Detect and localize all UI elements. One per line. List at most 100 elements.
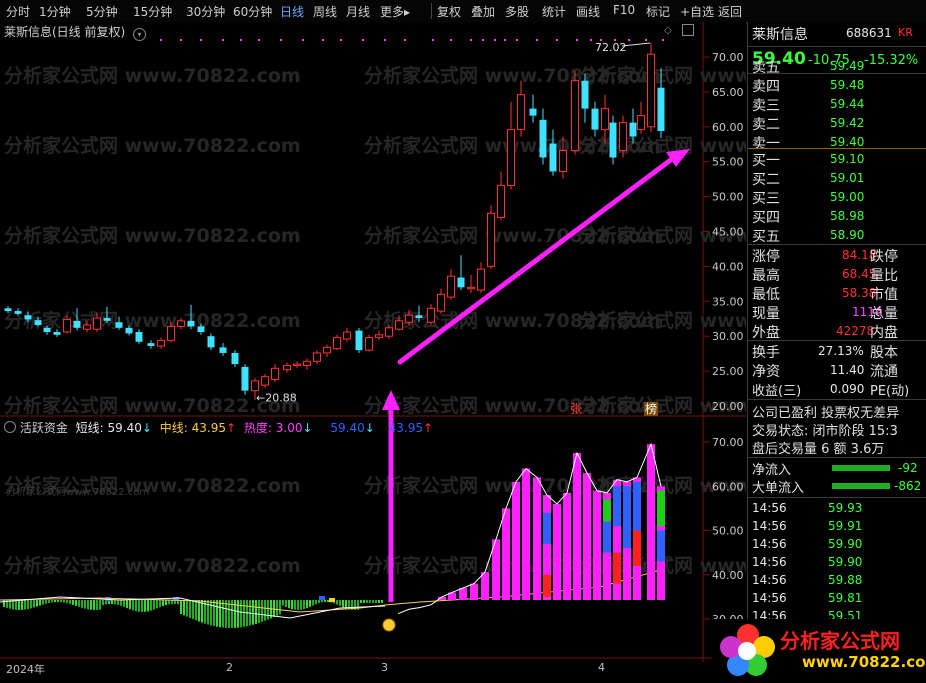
- bid-4-price[interactable]: 58.98: [830, 209, 864, 223]
- bear-fund-bar: [90, 600, 92, 610]
- bear-fund-bar: [303, 600, 305, 610]
- sub-y-axis-label: 60.00: [712, 480, 744, 493]
- bear-fund-bar: [150, 600, 152, 611]
- bid-1-price[interactable]: 59.10: [830, 152, 864, 166]
- ask-4-price[interactable]: 59.48: [830, 78, 864, 92]
- candle-body: [157, 339, 165, 347]
- watermark-text: 分析家公式网 www.70822.com: [4, 134, 301, 157]
- mark-button[interactable]: 标记: [646, 3, 670, 20]
- overlay-button[interactable]: 叠加: [471, 3, 495, 20]
- candle-body: [147, 343, 155, 346]
- signal-dot: [302, 39, 304, 41]
- pane-collapse-icon[interactable]: ◇: [664, 25, 672, 36]
- bid-4-label: 买四: [752, 210, 780, 226]
- ask-1-price[interactable]: 59.40: [830, 135, 864, 149]
- period-5min-tab[interactable]: 5分钟: [86, 3, 118, 20]
- ask-5-label: 卖五: [752, 60, 780, 76]
- bear-fund-bar: [141, 600, 143, 612]
- bear-fund-bar: [72, 600, 74, 605]
- f10-button[interactable]: F10: [613, 3, 635, 17]
- ask-2-label: 卖二: [752, 117, 780, 133]
- trade-status: 交易状态: 闭市阶段 15:3: [752, 424, 898, 439]
- divider: [748, 457, 926, 458]
- bear-fund-bar: [222, 600, 224, 628]
- bear-fund-bar: [192, 600, 194, 620]
- bear-fund-bar: [321, 600, 323, 603]
- fund-accent-mark: [329, 598, 335, 602]
- bear-fund-bar: [294, 600, 296, 610]
- bear-fund-bar: [210, 600, 212, 626]
- bear-fund-bar: [327, 600, 329, 603]
- settings-gear-icon[interactable]: ▾: [133, 28, 147, 41]
- bear-fund-bar: [264, 600, 266, 621]
- period-30min-tab[interactable]: 30分钟: [186, 3, 225, 20]
- candle-body: [559, 150, 567, 172]
- bear-fund-bar: [24, 600, 26, 610]
- mid-up-arrow-icon: ↑: [226, 421, 237, 435]
- share-capital-label: 股本: [870, 345, 898, 361]
- net-inflow-value: -92: [898, 461, 918, 475]
- fuquan-button[interactable]: 复权: [437, 3, 461, 20]
- bear-fund-bar: [69, 600, 71, 604]
- bear-fund-bar: [291, 600, 293, 610]
- period-60min-tab[interactable]: 60分钟: [233, 3, 272, 20]
- bid-2-price[interactable]: 59.01: [830, 171, 864, 185]
- signal-dot: [482, 39, 484, 41]
- draw-line-button[interactable]: 画线: [576, 3, 600, 20]
- bear-fund-bar: [300, 600, 302, 610]
- limit-up-label: 涨停: [752, 249, 780, 265]
- bull-fund-bar: [563, 492, 571, 600]
- period-more-menu[interactable]: 更多▸: [380, 3, 410, 20]
- chart-title-text: 莱斯信息(日线 前复权): [4, 25, 126, 39]
- candle-body: [177, 320, 185, 327]
- period-15min-tab[interactable]: 15分钟: [133, 3, 172, 20]
- bull-fund-bar: [481, 572, 489, 600]
- bear-fund-bar: [3, 600, 5, 607]
- signal-dot: [450, 39, 452, 41]
- candle-body: [93, 317, 101, 330]
- bear-fund-bar: [360, 600, 362, 603]
- period-monthly-tab[interactable]: 月线: [346, 3, 370, 20]
- limit-up-event-label: 张: [570, 402, 582, 416]
- bid-3-price[interactable]: 59.00: [830, 190, 864, 204]
- back-button[interactable]: 返回: [718, 3, 742, 20]
- add-watchlist-button[interactable]: +自选: [680, 3, 714, 20]
- pane-close-icon[interactable]: [682, 24, 694, 36]
- fund-overlay-bar: [657, 490, 665, 527]
- extra-value-2: 43.95: [388, 421, 423, 435]
- bear-fund-bar: [93, 600, 95, 610]
- bid-2-label: 买二: [752, 172, 780, 188]
- candle-body: [251, 380, 259, 392]
- bid-5-price[interactable]: 58.90: [830, 228, 864, 242]
- ask-5-price[interactable]: 59.49: [830, 59, 864, 73]
- ask-3-price[interactable]: 59.44: [830, 97, 864, 111]
- statistics-button[interactable]: 统计: [542, 3, 566, 20]
- multi-stock-button[interactable]: 多股: [505, 3, 529, 20]
- inner-disk-label: 内盘: [870, 325, 898, 341]
- period-weekly-tab[interactable]: 周线: [313, 3, 337, 20]
- bear-fund-bar: [138, 600, 140, 612]
- float-label: 流通: [870, 364, 898, 380]
- candle-body: [135, 332, 143, 342]
- signal-dot: [432, 39, 434, 41]
- bear-fund-bar: [147, 600, 149, 612]
- period-fenshi-tab[interactable]: 分时: [6, 3, 30, 20]
- candle-body: [571, 80, 579, 152]
- indicator-gear-icon[interactable]: [4, 421, 16, 433]
- bear-fund-bar: [30, 600, 32, 609]
- flower-logo-icon: [720, 624, 775, 676]
- period-1min-tab[interactable]: 1分钟: [39, 3, 71, 20]
- ask-2-price[interactable]: 59.42: [830, 116, 864, 130]
- kline-chart[interactable]: 分析家公式网 www.70822.com 分析家公式网 www.70822.com…: [0, 22, 876, 679]
- volume-ratio-label: 量比: [870, 268, 898, 284]
- bull-fund-bar: [502, 508, 510, 600]
- y-axis-label: 35.00: [712, 295, 744, 308]
- x-label-mar: 3: [381, 661, 388, 674]
- signal-dot: [160, 39, 162, 41]
- bull-fund-bar: [533, 477, 541, 600]
- candle-body: [457, 277, 465, 288]
- site-logo: 分析家公式网 www.70822.com: [712, 619, 926, 679]
- period-daily-tab[interactable]: 日线: [280, 3, 304, 20]
- signal-dot: [404, 39, 406, 41]
- bear-fund-bar: [312, 600, 314, 606]
